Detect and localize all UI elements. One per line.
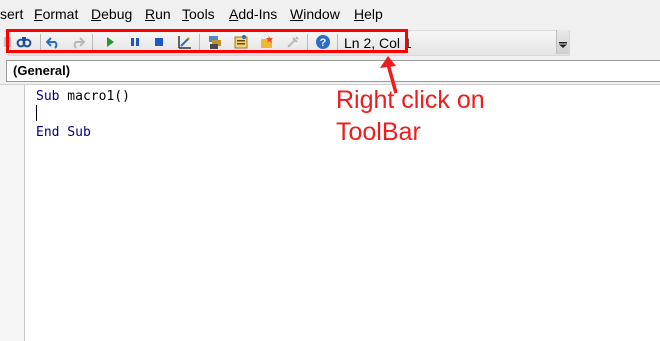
- menu-debug-label: ebug: [101, 6, 133, 22]
- chevron-down-icon: [559, 42, 567, 48]
- margin-indicator-bar[interactable]: [0, 85, 25, 341]
- object-dropdown-value: (General): [13, 63, 71, 78]
- menu-add-ins[interactable]: Add-Ins: [229, 6, 277, 22]
- code-line-1: Sub macro1(): [36, 89, 130, 105]
- keyword-sub: Sub: [36, 89, 60, 104]
- menu-tools-label: ools: [189, 6, 215, 22]
- toolbar-highlight-box: [6, 29, 408, 53]
- menu-help-label: elp: [364, 6, 383, 22]
- menu-format-accesskey: F: [34, 6, 43, 22]
- menu-debug[interactable]: Debug: [91, 6, 132, 22]
- object-dropdown[interactable]: (General): [6, 60, 660, 82]
- menu-format-label: ormat: [42, 6, 79, 22]
- menu-insert-label: sert: [0, 6, 24, 22]
- menu-add-ins-accesskey: A: [229, 6, 239, 22]
- menu-format[interactable]: Format: [34, 6, 78, 22]
- procedure-signature: macro1(): [59, 89, 130, 104]
- menu-help-accesskey: H: [354, 6, 365, 22]
- menu-bar: sert Format Debug Run Tools Add-Ins Wind…: [0, 0, 660, 28]
- menu-help[interactable]: Help: [354, 6, 383, 22]
- menu-run[interactable]: Run: [145, 6, 171, 22]
- menu-window-accesskey: W: [290, 6, 304, 22]
- annotation-line-2: ToolBar: [336, 118, 421, 146]
- annotation-line-1: Right click on: [336, 86, 485, 114]
- menu-tools[interactable]: Tools: [182, 6, 215, 22]
- menu-window[interactable]: Window: [290, 6, 340, 22]
- object-procedure-bar: (General): [0, 58, 660, 84]
- menu-debug-accesskey: D: [91, 6, 102, 22]
- menu-run-accesskey: R: [145, 6, 156, 22]
- menu-add-ins-label: dd-Ins: [238, 6, 278, 22]
- code-editor[interactable]: Sub macro1() End Sub: [0, 84, 660, 341]
- toolbar-options-dropdown[interactable]: [556, 30, 569, 54]
- menu-tools-accesskey: T: [182, 6, 189, 22]
- menu-run-label: un: [155, 6, 171, 22]
- text-caret: [36, 105, 37, 121]
- menu-window-label: indow: [303, 6, 340, 22]
- annotation-text: Right click on ToolBar: [336, 84, 485, 148]
- keyword-end-sub: End Sub: [36, 125, 91, 140]
- menu-insert[interactable]: sert: [0, 6, 23, 22]
- code-line-3: End Sub: [36, 125, 91, 141]
